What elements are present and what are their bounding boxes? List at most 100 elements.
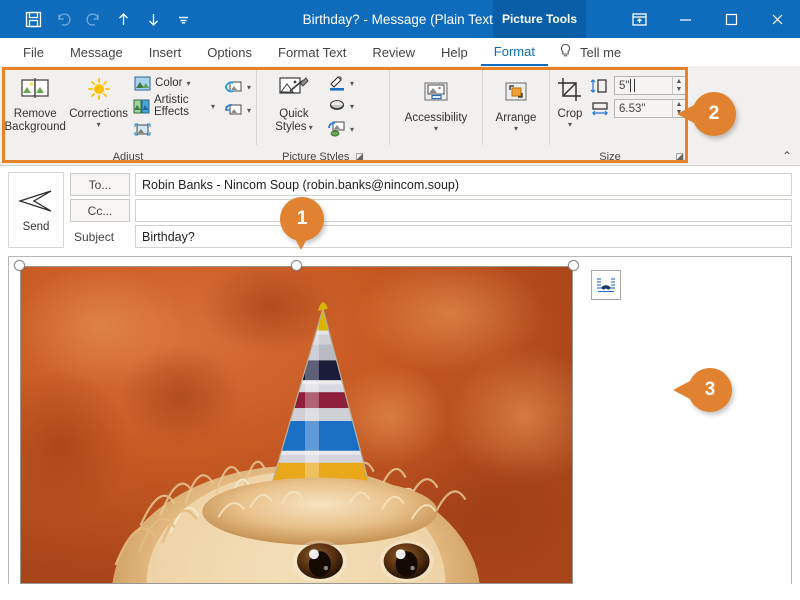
chevron-down-icon[interactable]: ▾ [187, 79, 191, 88]
tab-help[interactable]: Help [428, 39, 481, 66]
cc-button[interactable]: Cc... [70, 199, 130, 222]
remove-background-button[interactable]: Remove Background [2, 70, 68, 134]
corrections-button[interactable]: Corrections ▾ [69, 70, 128, 129]
ribbon-group-size: Crop ▾ 5" ▲ ▼ 6.53" ▲ Size ◪ [550, 66, 688, 165]
send-button[interactable]: Send [8, 172, 64, 248]
chevron-down-icon[interactable]: ▾ [514, 125, 518, 133]
layout-options-button[interactable] [591, 270, 621, 300]
send-label: Send [22, 220, 50, 233]
redo-icon[interactable] [78, 5, 108, 33]
customize-qat-icon[interactable] [168, 5, 198, 33]
tab-options[interactable]: Options [194, 39, 265, 66]
quick-styles-button[interactable]: Quick Styles ▾ [263, 70, 325, 134]
artistic-effects-button[interactable]: Artistic Effects ▾ [130, 94, 218, 118]
callout-number: 3 [704, 379, 716, 400]
cc-input[interactable] [135, 199, 792, 222]
picture-border-icon [328, 74, 346, 92]
color-icon [133, 74, 151, 92]
artistic-effects-label: Artistic Effects [154, 94, 189, 118]
picture-image[interactable] [20, 266, 573, 584]
shape-height-input[interactable]: 5" ▲ ▼ [614, 76, 686, 95]
ribbon-group-arrange: Arrange ▾ [483, 66, 549, 165]
shape-width-input[interactable]: 6.53" ▲▼ [614, 99, 686, 118]
address-fields: To... Robin Banks - Nincom Soup (robin.b… [70, 172, 792, 250]
selected-picture[interactable] [14, 260, 579, 584]
ribbon-group-picture-styles: Quick Styles ▾ ▾ ▾ ▾ Picture Styles ◪ [257, 66, 389, 165]
tab-insert[interactable]: Insert [136, 39, 195, 66]
tab-format-text[interactable]: Format Text [265, 39, 359, 66]
shape-height-icon [589, 77, 610, 94]
ribbon-group-adjust: Remove Background Corrections ▾ Color ▾ … [0, 66, 256, 165]
tab-format[interactable]: Format [480, 39, 548, 66]
corrections-icon [84, 73, 114, 107]
callout-number: 2 [708, 103, 720, 124]
resize-handle-top-center[interactable] [291, 260, 302, 271]
shape-height-spinner[interactable]: ▲ ▼ [672, 77, 685, 94]
picture-layout-button[interactable]: ▾ [325, 118, 357, 140]
ribbon-group-accessibility: Accessibility ▾ [390, 66, 482, 165]
tab-file[interactable]: File [10, 39, 57, 66]
maximize-icon[interactable] [708, 0, 754, 38]
previous-item-icon[interactable] [108, 5, 138, 33]
quick-styles-icon [278, 73, 310, 107]
ribbon-tab-bar: File Message Insert Options Format Text … [0, 38, 800, 66]
group-label-adjust: Adjust [112, 150, 144, 163]
compress-pictures-button[interactable]: ▾ [222, 76, 254, 98]
resize-handle-top-right[interactable] [568, 260, 579, 271]
resize-handle-top-left[interactable] [14, 260, 25, 271]
chevron-down-icon[interactable]: ▾ [350, 79, 354, 88]
title-bar: Birthday? - Message (Plain Text) Picture… [0, 0, 800, 38]
tell-me-label: Tell me [579, 45, 622, 60]
picture-styles-small-buttons: ▾ ▾ ▾ [325, 70, 357, 140]
crop-button[interactable]: Crop ▾ [555, 70, 585, 129]
callout-marker-1: 1 [280, 197, 324, 250]
contextual-tab-picture-tools[interactable]: Picture Tools [493, 0, 586, 38]
close-icon[interactable] [754, 0, 800, 38]
color-button[interactable]: Color ▾ [130, 72, 218, 94]
change-picture-button[interactable]: ▾ [222, 99, 254, 121]
tab-review[interactable]: Review [359, 39, 428, 66]
undo-icon[interactable] [48, 5, 78, 33]
lightbulb-icon [558, 43, 573, 62]
tab-message[interactable]: Message [57, 39, 136, 66]
artistic-effects-icon [133, 97, 150, 115]
callout-marker-3: 3 [673, 368, 732, 412]
chevron-down-icon[interactable]: ▾ [247, 106, 251, 115]
layout-options-icon [597, 278, 615, 293]
quick-access-toolbar [0, 5, 198, 33]
callout-marker-2: 2 [677, 92, 736, 136]
shape-width-value: 6.53" [619, 102, 646, 115]
subject-input[interactable]: Birthday? [135, 225, 792, 248]
accessibility-button[interactable]: Accessibility ▾ [392, 74, 480, 133]
to-input[interactable]: Robin Banks - Nincom Soup (robin.banks@n… [135, 173, 792, 196]
compress-pictures-icon [225, 78, 243, 96]
tell-me-box[interactable]: Tell me [548, 39, 621, 66]
message-header-area: Send To... Robin Banks - Nincom Soup (ro… [0, 166, 800, 250]
color-label: Color [155, 77, 183, 89]
adjust-small-buttons: Color ▾ Artistic Effects ▾ [130, 70, 218, 140]
save-icon[interactable] [18, 5, 48, 33]
chevron-down-icon[interactable]: ▾ [568, 121, 572, 129]
picture-effects-button[interactable]: ▾ [325, 95, 357, 117]
minimize-icon[interactable] [662, 0, 708, 38]
change-picture-icon [225, 101, 243, 119]
transparency-button[interactable] [130, 118, 218, 140]
next-item-icon[interactable] [138, 5, 168, 33]
remove-background-label: Remove Background [4, 108, 66, 133]
chevron-down-icon[interactable]: ▾ [434, 125, 438, 133]
group-label-picture-styles: Picture Styles ◪ [282, 150, 364, 163]
arrange-button[interactable]: Arrange ▾ [485, 74, 547, 133]
dialog-launcher-picture-styles[interactable]: ◪ [355, 151, 364, 162]
collapse-ribbon-icon[interactable]: ⌃ [782, 149, 792, 163]
chevron-down-icon[interactable]: ▾ [350, 125, 354, 134]
ribbon-display-options-icon[interactable] [616, 0, 662, 38]
chevron-down-icon[interactable]: ▾ [211, 102, 215, 111]
chevron-down-icon[interactable]: ▾ [247, 83, 251, 92]
subject-row: Subject Birthday? [70, 224, 792, 249]
chevron-down-icon[interactable]: ▾ [350, 102, 354, 111]
to-button[interactable]: To... [70, 173, 130, 196]
dialog-launcher-size[interactable]: ◪ [675, 151, 684, 162]
picture-border-button[interactable]: ▾ [325, 72, 357, 94]
chevron-down-icon[interactable]: ▾ [97, 121, 101, 129]
message-body[interactable]: 3 [8, 256, 792, 584]
